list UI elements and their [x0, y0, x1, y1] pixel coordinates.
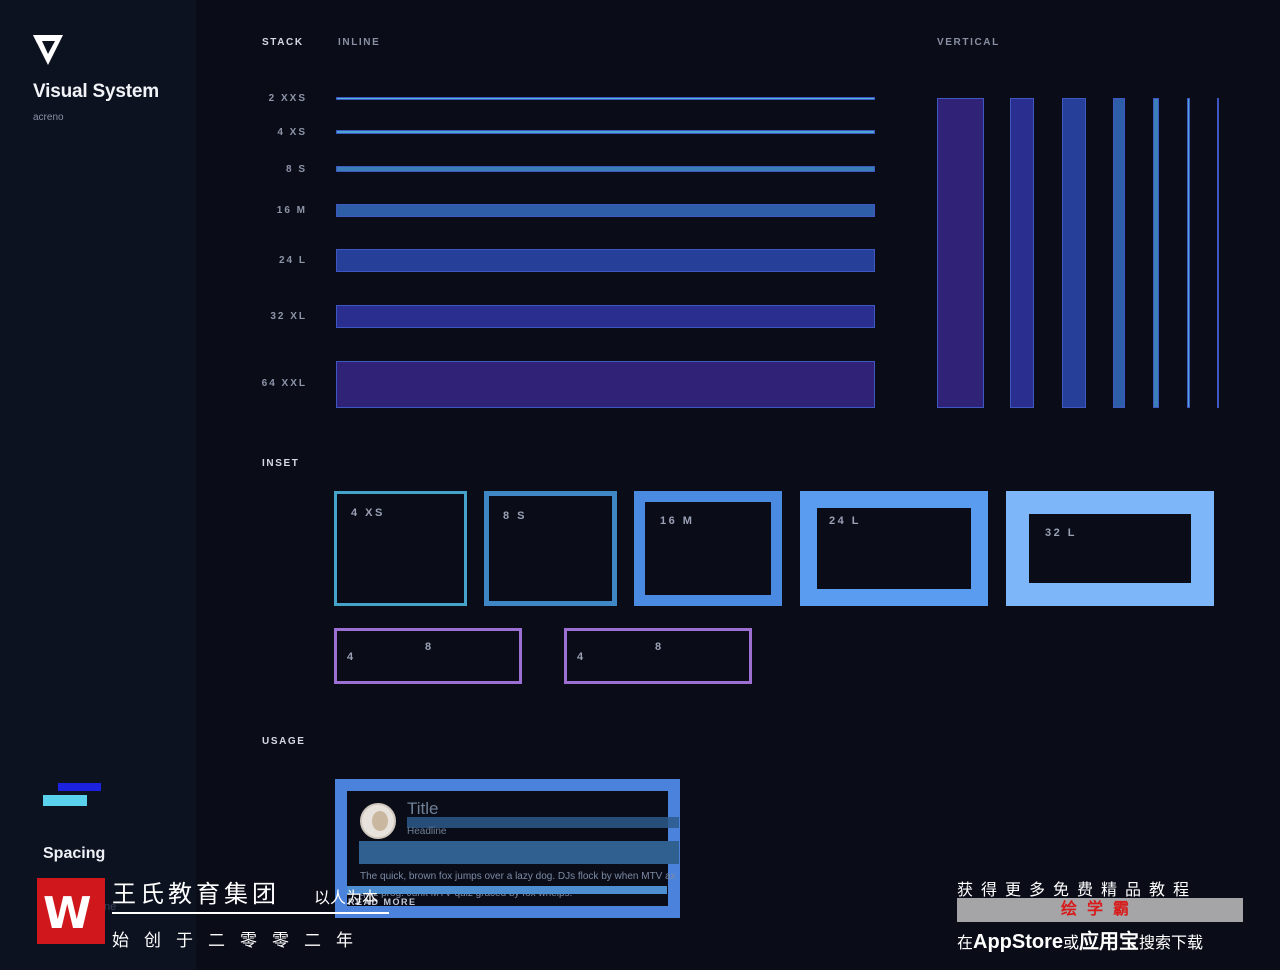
vertical-bar-xl: [1010, 98, 1034, 408]
inset-box-xs: 4 XS: [334, 491, 467, 606]
stack-bar-s: [336, 166, 875, 172]
sidebar: Visual System acreno Spacing ne: [0, 0, 196, 970]
card-headline: Headline: [407, 826, 447, 837]
usage-highlight-bar: [359, 841, 679, 864]
inset-header: INSET: [262, 458, 300, 469]
usage-header: USAGE: [262, 736, 306, 747]
brand-title: Visual System: [33, 81, 159, 102]
inset-label: 8 S: [503, 510, 528, 522]
vertical-bar-xs: [1187, 98, 1190, 408]
stack-row-label: 24 L: [278, 255, 307, 266]
watermark-logo-letter: W: [43, 888, 92, 939]
vertical-bar-xxl: [937, 98, 984, 408]
inline-header: INLINE: [338, 37, 381, 48]
usage-highlight-bar: [407, 817, 679, 828]
stack-row-label: 32 XL: [270, 311, 307, 322]
stack-row-label: 64 XXL: [261, 378, 307, 389]
watermark-logo: W: [37, 878, 105, 944]
inset-box-m: 16 M: [634, 491, 782, 606]
vertical-bar-m: [1113, 98, 1125, 408]
brand-logo-icon: [33, 35, 63, 65]
inset-label: 16 M: [660, 515, 695, 527]
padding-top-label: 8: [655, 641, 662, 653]
watermark-promo: 获得更多免费精品教程: [957, 882, 1198, 899]
inset-label: 32 L: [1045, 527, 1078, 539]
inset-box-xl: 32 L: [1006, 491, 1214, 606]
spacing-thumbnail-bar-light: [43, 795, 87, 806]
inset-label: 4 XS: [351, 507, 385, 519]
stack-bar-xl: [336, 305, 875, 328]
padding-box: 4 8: [334, 628, 522, 684]
stack-row-label: 8 S: [285, 164, 307, 175]
stack-row-label: 4 XS: [277, 127, 307, 138]
vertical-header: VERTICAL: [937, 37, 1000, 48]
stack-row-label: 2 XXS: [268, 93, 307, 104]
stack-bar-m: [336, 204, 875, 217]
stack-bar-l: [336, 249, 875, 272]
vertical-bar-l: [1062, 98, 1086, 408]
watermark-divider: [112, 912, 389, 914]
watermark-app-name: 绘学霸: [957, 898, 1243, 922]
stack-bar-xxl: [336, 361, 875, 408]
padding-left-label: 4: [577, 651, 584, 663]
spacing-thumbnail-bar-dark: [58, 783, 101, 791]
inset-label: 24 L: [829, 515, 862, 527]
watermark-company-name: 王氏教育集团: [112, 881, 280, 908]
padding-left-label: 4: [347, 651, 354, 663]
card-title: Title: [407, 799, 439, 818]
usage-highlight-bar: [347, 886, 667, 894]
watermark-founded: 始创于二零零二年: [112, 931, 368, 950]
stack-bar-xxs: [336, 97, 875, 100]
vertical-bar-s: [1153, 98, 1159, 408]
inset-box-s: 8 S: [484, 491, 617, 606]
avatar: [360, 803, 396, 839]
stack-row-label: 16 M: [276, 205, 307, 216]
brand-subtitle: acreno: [33, 112, 64, 123]
vertical-bar-xxs: [1217, 98, 1219, 408]
watermark-search-instruction: 在AppStore或应用宝搜索下载: [957, 931, 1204, 953]
inset-box-l: 24 L: [800, 491, 988, 606]
watermark-slogan: 以人为本: [314, 890, 379, 907]
stack-header: STACK: [262, 37, 304, 48]
stack-bar-xs: [336, 130, 875, 134]
padding-top-label: 8: [425, 641, 432, 653]
padding-box: 4 8: [564, 628, 752, 684]
sidebar-item-spacing[interactable]: Spacing: [43, 845, 105, 863]
